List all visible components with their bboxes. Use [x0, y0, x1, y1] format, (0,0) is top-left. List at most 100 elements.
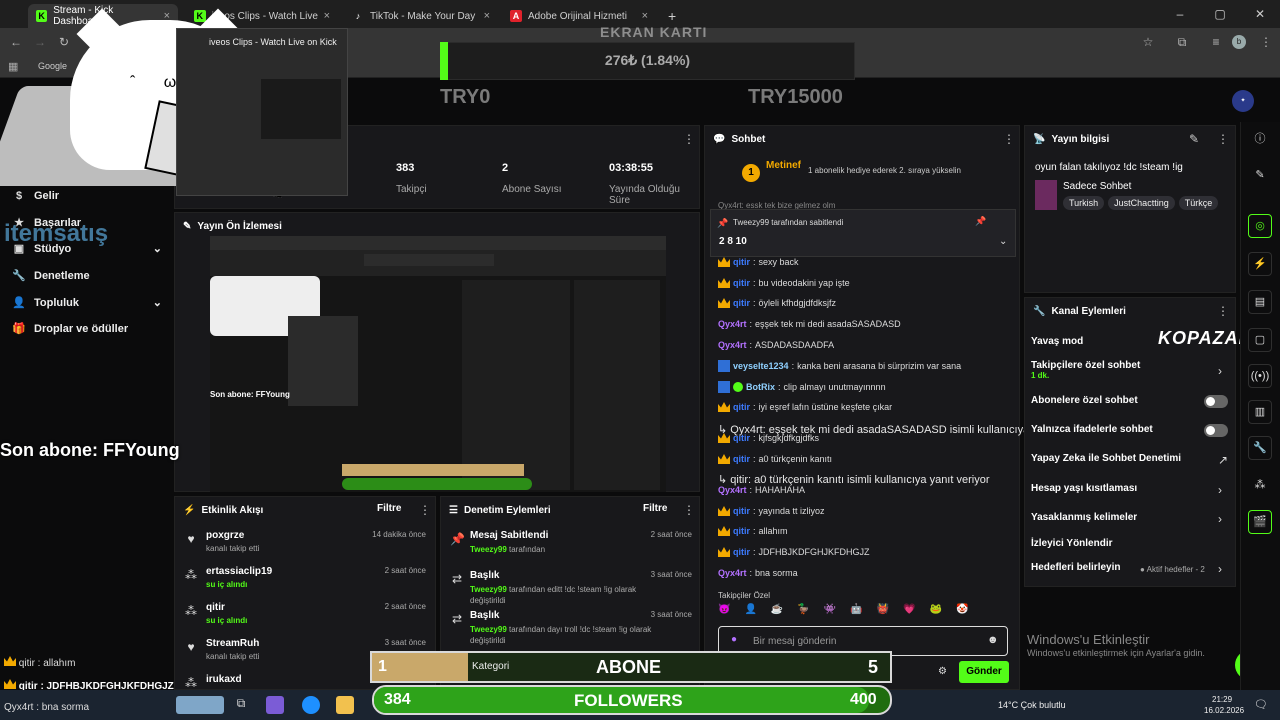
sidebar-item-droplar[interactable]: 🎁 Droplar ve ödüller	[12, 322, 128, 336]
kebab-icon[interactable]: ⋮	[683, 503, 695, 517]
moderation-item[interactable]: ⇄ Başlık Tweezy99 tarafından editt !dc !…	[448, 570, 694, 610]
channel-action-row[interactable]: Yasaklanmış kelimeler	[1031, 512, 1137, 523]
chat-username[interactable]: BotRix	[746, 382, 775, 392]
chat-message[interactable]: qitir: sexy back	[718, 257, 799, 267]
activity-item[interactable]: ⁂ ertassiaclip19 su iç alındı 2 saat önc…	[180, 566, 430, 602]
channel-action-row[interactable]: Yapay Zeka ile Sohbet Denetimi	[1031, 453, 1181, 464]
chat-message[interactable]: qitir: allahım	[718, 526, 788, 536]
emote-icon[interactable]: 👤	[744, 604, 756, 620]
close-window-icon[interactable]: ✕	[1240, 0, 1280, 28]
chat-username[interactable]: veyselte1234	[733, 361, 789, 371]
edit-icon[interactable]: ✎	[1189, 132, 1199, 146]
activity-username[interactable]: irukaxd	[206, 674, 242, 685]
channel-action-row[interactable]: Hedefleri belirleyin	[1031, 562, 1120, 573]
clock-date[interactable]: 16.02.2026	[1204, 706, 1244, 715]
close-icon[interactable]: ×	[642, 10, 648, 22]
sidebar-item-topluluk[interactable]: 👤 Topluluk ⌄	[12, 296, 162, 310]
maximize-icon[interactable]: ▢	[1200, 0, 1240, 28]
profile-avatar[interactable]: b	[1232, 35, 1246, 49]
clapper-icon[interactable]: 🎬	[1248, 510, 1272, 534]
emote-icon[interactable]: 😈	[718, 604, 730, 620]
toggle-switch[interactable]	[1204, 395, 1228, 408]
chat-message[interactable]: qitir: yayında tt izliyoz	[718, 506, 825, 516]
bolt-icon[interactable]: ⚡	[1248, 252, 1272, 276]
kebab-icon[interactable]: ⋮	[419, 503, 431, 517]
kebab-icon[interactable]: ⋮	[683, 132, 695, 146]
chat-username[interactable]: qitir	[733, 257, 750, 267]
chat-username[interactable]: Qyx4rt	[718, 340, 747, 350]
unpin-icon[interactable]: 📌	[975, 216, 986, 227]
emote-icon[interactable]: 🤡	[956, 604, 968, 620]
clipboard-icon[interactable]: ▤	[1248, 290, 1272, 314]
activity-username[interactable]: poxgrze	[206, 530, 244, 541]
activity-item[interactable]: ♥ poxgrze kanalı takip etti 14 dakika ön…	[180, 530, 430, 566]
activity-username[interactable]: ertassiaclip19	[206, 566, 272, 577]
sidebar-item-denetleme[interactable]: 🔧 Denetleme	[12, 269, 90, 283]
chat-username[interactable]: qitir	[733, 506, 750, 516]
emote-icon[interactable]: 💗	[903, 604, 915, 620]
toggle-switch[interactable]	[1204, 424, 1228, 437]
chevron-right-icon[interactable]: ›	[1218, 364, 1222, 378]
channel-action-row[interactable]: Hesap yaşı kısıtlaması	[1031, 483, 1137, 494]
media-icon[interactable]: ≡	[1208, 34, 1224, 50]
chevron-right-icon[interactable]: ›	[1218, 483, 1222, 497]
gifter-name[interactable]: Metinef	[766, 160, 801, 171]
activity-item[interactable]: ⁂ qitir su iç alındı 2 saat önce	[180, 602, 430, 638]
copilot-icon[interactable]	[266, 696, 284, 714]
chat-username[interactable]: qitir	[733, 547, 750, 557]
send-button[interactable]: Gönder	[959, 661, 1009, 683]
external-link-icon[interactable]: ↗	[1218, 453, 1228, 467]
kebab-icon[interactable]: ⋮	[1217, 132, 1229, 146]
emote-icon[interactable]: 🐸	[930, 604, 942, 620]
chat-username[interactable]: Qyx4rt	[718, 568, 747, 578]
chat-username[interactable]: qitir	[733, 298, 750, 308]
chat-message[interactable]: Qyx4rt: bna sorma	[718, 568, 798, 578]
info-icon[interactable]: ⓘ	[1248, 128, 1272, 152]
channel-action-row[interactable]: Abonelere özel sohbet	[1031, 395, 1138, 406]
category-name[interactable]: Sadece Sohbet	[1063, 181, 1131, 192]
edge-icon[interactable]	[302, 696, 320, 714]
channel-action-row[interactable]: İzleyici Yönlendir	[1031, 538, 1113, 549]
emote-icon[interactable]: 👾	[824, 604, 836, 620]
moderation-filter-button[interactable]: Filtre	[643, 503, 667, 514]
chat-message[interactable]: Qyx4rt: eşşek tek mi dedi asadaSASADASD	[718, 319, 901, 329]
chat-username[interactable]: qitir	[733, 526, 750, 536]
moderation-item[interactable]: 📌 Mesaj Sabitlendi Tweezy99 tarafından 2…	[448, 530, 694, 570]
close-icon[interactable]: ×	[324, 10, 330, 22]
target-icon[interactable]: ◎	[1248, 214, 1272, 238]
chat-username[interactable]: Qyx4rt	[718, 319, 747, 329]
close-icon[interactable]: ×	[484, 10, 490, 22]
emote-icon[interactable]: ☕	[771, 604, 783, 620]
emote-icon[interactable]: 🤖	[850, 604, 862, 620]
kebab-icon[interactable]: ⋮	[1003, 132, 1015, 146]
chevron-right-icon[interactable]: ›	[1218, 512, 1222, 526]
kebab-icon[interactable]: ⋮	[1217, 304, 1229, 318]
chat-message[interactable]: BotRix: clip almayı unutmayınnnn	[718, 381, 886, 393]
chat-message[interactable]: qitir: öyleli kfhdgjdfdksjfz	[718, 298, 836, 308]
notifications-icon[interactable]: 🗨	[1254, 698, 1268, 711]
chat-username[interactable]: qitir	[733, 402, 750, 412]
tag-chip[interactable]: Türkçe	[1178, 196, 1219, 210]
chevron-right-icon[interactable]: ›	[1218, 562, 1222, 576]
explorer-icon[interactable]	[336, 696, 354, 714]
chat-message[interactable]: veyselte1234: kanka beni arasana bi sürp…	[718, 360, 961, 372]
sidebar-item-gelir[interactable]: $ Gelir	[12, 190, 59, 202]
channel-avatar[interactable]: ✦	[1232, 90, 1254, 112]
chat-username[interactable]: qitir	[733, 278, 750, 288]
chat-message[interactable]: qitir: a0 türkçenin kanıtı	[718, 454, 832, 464]
community-icon[interactable]: ⁂	[1248, 474, 1272, 498]
menu-kebab-icon[interactable]: ⋮	[1258, 34, 1274, 50]
chat-bubble-icon[interactable]: ▢	[1248, 328, 1272, 352]
chat-message[interactable]: qitir: JDFHBJKDFGHJKFDHGJZ	[718, 547, 870, 557]
chat-settings-icon[interactable]: ⚙	[938, 666, 947, 677]
layout-icon[interactable]: ▥	[1248, 400, 1272, 424]
extensions-icon[interactable]: ⧉	[1174, 34, 1190, 50]
broadcast-icon[interactable]: ((•))	[1248, 364, 1272, 388]
emote-icon[interactable]: 👹	[877, 604, 889, 620]
taskbar-widget-thumbnail[interactable]	[176, 696, 224, 714]
channel-action-row[interactable]: Yalnızca ifadelerle sohbet	[1031, 424, 1153, 435]
pinned-message[interactable]: 📌 Tweezy99 tarafından sabitlendi 📌 2 8 1…	[710, 209, 1016, 257]
emote-icon[interactable]: 🦆	[797, 604, 809, 620]
pencil-icon[interactable]: ✎	[1248, 164, 1272, 188]
chat-message[interactable]: Qyx4rt: HAHAHAHA	[718, 485, 805, 495]
